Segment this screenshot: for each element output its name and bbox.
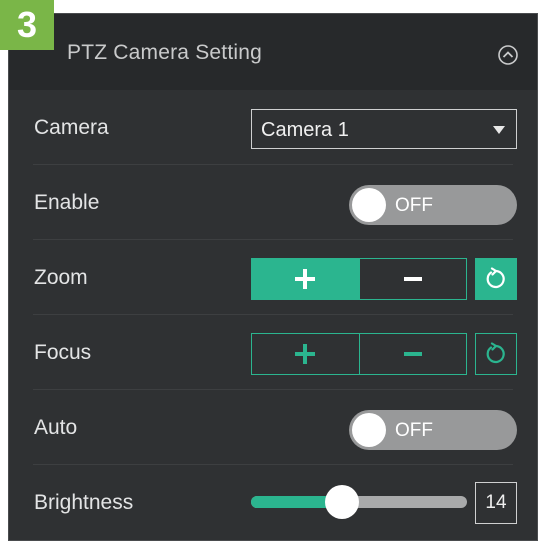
focus-controls	[251, 333, 467, 375]
zoom-label: Zoom	[34, 266, 88, 289]
auto-toggle[interactable]: OFF	[349, 410, 517, 450]
brightness-value[interactable]: 14	[475, 482, 517, 524]
divider	[33, 164, 513, 165]
focus-near-button[interactable]	[252, 334, 359, 374]
focus-label: Focus	[34, 341, 92, 364]
brightness-row: Brightness 14	[9, 466, 537, 540]
zoom-controls	[251, 258, 467, 300]
plus-icon-stroke	[303, 344, 308, 364]
toggle-knob	[352, 413, 386, 447]
chevron-up-circle-icon[interactable]	[497, 44, 519, 66]
focus-row: Focus	[9, 316, 537, 390]
divider	[33, 239, 513, 240]
zoom-in-button[interactable]	[252, 259, 359, 299]
camera-label: Camera	[34, 116, 109, 139]
zoom-row: Zoom	[9, 241, 537, 315]
enable-row: Enable OFF	[9, 166, 537, 240]
brightness-slider-thumb[interactable]	[324, 485, 359, 519]
plus-icon-stroke	[303, 269, 308, 289]
minus-icon	[403, 352, 422, 356]
focus-reset-button[interactable]	[475, 333, 517, 375]
enable-toggle-state: OFF	[395, 195, 433, 216]
divider	[33, 464, 513, 465]
auto-row: Auto OFF	[9, 391, 537, 465]
camera-select-value: Camera 1	[261, 119, 349, 141]
zoom-reset-button[interactable]	[475, 258, 517, 300]
auto-toggle-state: OFF	[395, 420, 433, 441]
focus-far-button[interactable]	[358, 334, 467, 374]
caret-down-icon	[493, 126, 505, 134]
reset-icon	[486, 267, 505, 289]
ptz-camera-panel: PTZ Camera Setting Camera Camera 1 Enabl…	[8, 13, 538, 541]
minus-icon	[403, 277, 422, 281]
divider	[33, 389, 513, 390]
page: PTZ Camera Setting Camera Camera 1 Enabl…	[0, 0, 544, 541]
step-number-badge: 3	[0, 0, 54, 50]
enable-toggle[interactable]: OFF	[349, 185, 517, 225]
panel-title: PTZ Camera Setting	[67, 41, 262, 64]
brightness-slider[interactable]	[251, 485, 467, 519]
enable-label: Enable	[34, 191, 100, 214]
divider	[33, 314, 513, 315]
camera-select[interactable]: Camera 1	[251, 109, 517, 149]
toggle-knob	[352, 188, 386, 222]
zoom-out-button[interactable]	[358, 259, 467, 299]
reset-icon	[486, 342, 505, 364]
camera-row: Camera Camera 1	[9, 91, 537, 165]
panel-header[interactable]: PTZ Camera Setting	[9, 14, 537, 90]
auto-label: Auto	[34, 416, 78, 439]
brightness-label: Brightness	[34, 491, 134, 514]
